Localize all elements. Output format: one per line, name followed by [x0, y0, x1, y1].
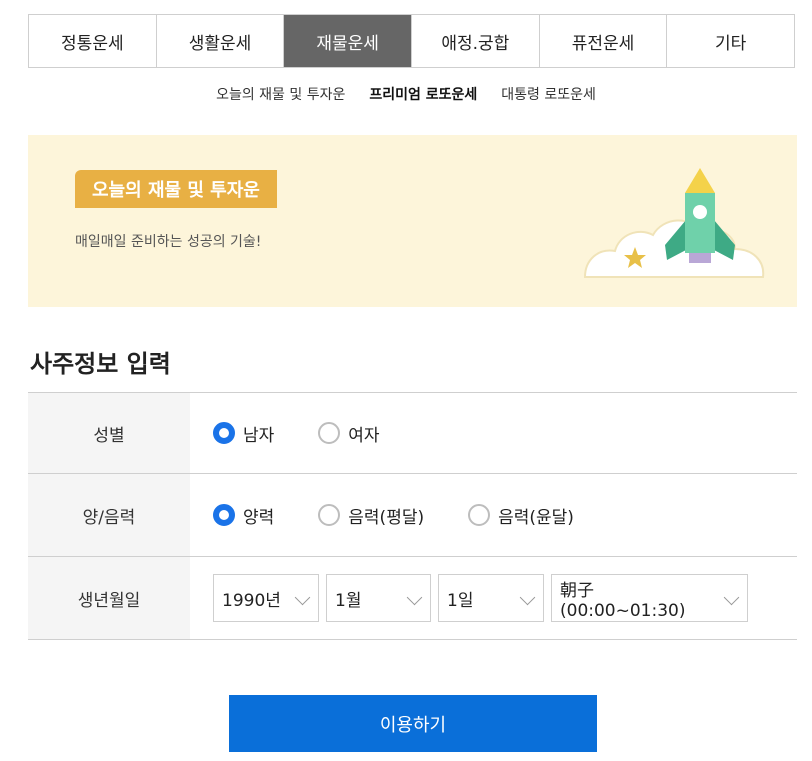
select-value: 1990년 [222, 590, 281, 611]
chevron-down-icon [723, 589, 740, 606]
section-title: 사주정보 입력 [30, 350, 171, 378]
tab-fusion[interactable]: 퓨전운세 [539, 15, 668, 67]
tab-other[interactable]: 기타 [667, 15, 795, 67]
banner: 오늘의 재물 및 투자운 매일매일 준비하는 성공의 기술! [28, 135, 797, 307]
birth-month-select[interactable]: 1월 [326, 574, 431, 622]
banner-badge: 오늘의 재물 및 투자운 [75, 170, 277, 208]
radio-label: 남자 [243, 425, 275, 446]
radio-unchecked-icon [318, 422, 341, 444]
birth-hour-select[interactable]: 朝子(00:00~01:30) [551, 574, 748, 622]
gender-label: 성별 [28, 393, 190, 473]
radio-checked-icon [213, 422, 235, 444]
birth-day-select[interactable]: 1일 [438, 574, 544, 622]
calendar-lunar-normal-radio[interactable]: 음력(평달) [318, 503, 424, 528]
radio-unchecked-icon [318, 504, 341, 526]
birth-row: 생년월일 1990년 1월 1일 朝子(00:00~01:30) [28, 557, 797, 640]
radio-label: 음력(윤달) [498, 507, 574, 528]
chevron-down-icon [406, 589, 423, 606]
subtab-president-lotto[interactable]: 대통령 로또운세 [501, 84, 596, 108]
calendar-lunar-leap-radio[interactable]: 음력(윤달) [468, 503, 574, 528]
birth-label: 생년월일 [28, 557, 190, 639]
tab-life[interactable]: 생활운세 [156, 15, 285, 67]
calendar-options: 양력 음력(평달) 음력(윤달) [190, 474, 797, 556]
saju-form: 성별 남자 여자 양/음력 양력 음력(평달) 음력(윤달) 생년월일 1990… [28, 392, 797, 640]
gender-row: 성별 남자 여자 [28, 393, 797, 474]
select-value: 1월 [335, 590, 362, 611]
select-value: 1일 [447, 590, 474, 611]
sub-tabs: 오늘의 재물 및 투자운 프리미엄 로또운세 대통령 로또운세 [0, 84, 812, 108]
tab-love[interactable]: 애정.궁합 [412, 15, 540, 67]
radio-label: 여자 [348, 425, 380, 446]
gender-male-radio[interactable]: 남자 [213, 421, 274, 446]
radio-unchecked-icon [468, 504, 491, 526]
subtab-today-wealth[interactable]: 오늘의 재물 및 투자운 [216, 84, 345, 108]
calendar-row: 양/음력 양력 음력(평달) 음력(윤달) [28, 474, 797, 557]
calendar-solar-radio[interactable]: 양력 [213, 503, 274, 528]
subtab-premium-lotto[interactable]: 프리미엄 로또운세 [369, 84, 477, 108]
tab-wealth[interactable]: 재물운세 [284, 15, 413, 67]
gender-options: 남자 여자 [190, 393, 797, 473]
radio-label: 양력 [243, 507, 275, 528]
birth-selects: 1990년 1월 1일 朝子(00:00~01:30) [190, 557, 797, 639]
submit-button[interactable]: 이용하기 [229, 695, 597, 752]
radio-checked-icon [213, 504, 235, 526]
gender-female-radio[interactable]: 여자 [318, 421, 380, 446]
select-value: 朝子(00:00~01:30) [560, 580, 686, 621]
category-tabs: 정통운세 생활운세 재물운세 애정.궁합 퓨전운세 기타 [28, 14, 795, 68]
chevron-down-icon [519, 589, 536, 606]
chevron-down-icon [294, 589, 311, 606]
rocket-cloud-illustration [583, 168, 765, 278]
banner-subtitle: 매일매일 준비하는 성공의 기술! [75, 234, 262, 250]
birth-year-select[interactable]: 1990년 [213, 574, 319, 622]
calendar-label: 양/음력 [28, 474, 190, 556]
tab-traditional[interactable]: 정통운세 [29, 15, 157, 67]
radio-label: 음력(평달) [348, 507, 425, 528]
